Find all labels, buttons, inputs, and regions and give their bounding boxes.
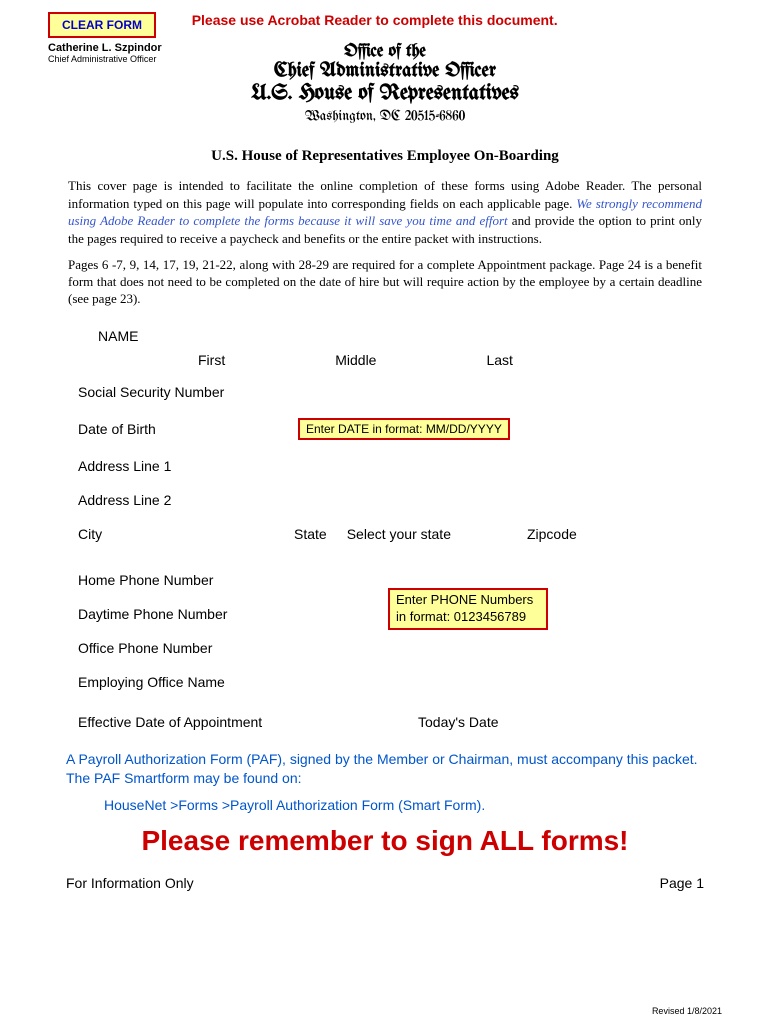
employing-office-label: Employing Office Name bbox=[78, 674, 298, 690]
paf-path: HouseNet >Forms >Payroll Authorization F… bbox=[104, 797, 722, 813]
city-label: City bbox=[78, 526, 278, 542]
form-title: U.S. House of Representatives Employee O… bbox=[48, 148, 722, 165]
header-address: Washington, DC 20515-6860 bbox=[48, 109, 722, 124]
ssn-label: Social Security Number bbox=[78, 384, 298, 400]
address2-label: Address Line 2 bbox=[78, 492, 298, 508]
header-cao: Chief Administrative Officer bbox=[48, 61, 722, 82]
name-label: NAME bbox=[98, 328, 692, 344]
header-house: U.S. House of Representatives bbox=[48, 82, 722, 105]
daytime-phone-label: Daytime Phone Number bbox=[78, 606, 298, 622]
officer-title: Chief Administrative Officer bbox=[48, 54, 162, 64]
middle-name-label: Middle bbox=[335, 352, 376, 368]
officer-name: Catherine L. Szpindor bbox=[48, 42, 162, 54]
office-phone-label: Office Phone Number bbox=[78, 640, 298, 656]
paf-text: A Payroll Authorization Form (PAF), sign… bbox=[48, 750, 722, 789]
todays-date-label: Today's Date bbox=[418, 714, 499, 730]
remember-sign-notice: Please remember to sign ALL forms! bbox=[48, 825, 722, 857]
state-select[interactable]: Select your state bbox=[347, 526, 451, 542]
info-only-label: For Information Only bbox=[66, 875, 194, 891]
effective-date-label: Effective Date of Appointment bbox=[78, 714, 418, 730]
pages-note: Pages 6 -7, 9, 14, 17, 19, 21-22, along … bbox=[48, 257, 722, 308]
intro-paragraph: This cover page is intended to facilitat… bbox=[48, 177, 722, 247]
state-label: State bbox=[294, 526, 327, 542]
dob-hint: Enter DATE in format: MM/DD/YYYY bbox=[298, 418, 510, 440]
zipcode-label: Zipcode bbox=[527, 526, 577, 542]
home-phone-label: Home Phone Number bbox=[78, 572, 298, 588]
acrobat-notice: Please use Acrobat Reader to complete th… bbox=[192, 12, 558, 28]
clear-form-button[interactable]: CLEAR FORM bbox=[48, 12, 156, 38]
page-number: Page 1 bbox=[660, 875, 704, 891]
last-name-label: Last bbox=[486, 352, 512, 368]
revised-date: Revised 1/8/2021 bbox=[652, 1006, 722, 1016]
first-name-label: First bbox=[198, 352, 225, 368]
phone-hint: Enter PHONE Numbers in format: 012345678… bbox=[388, 588, 548, 630]
dob-label: Date of Birth bbox=[78, 421, 298, 437]
address1-label: Address Line 1 bbox=[78, 458, 298, 474]
